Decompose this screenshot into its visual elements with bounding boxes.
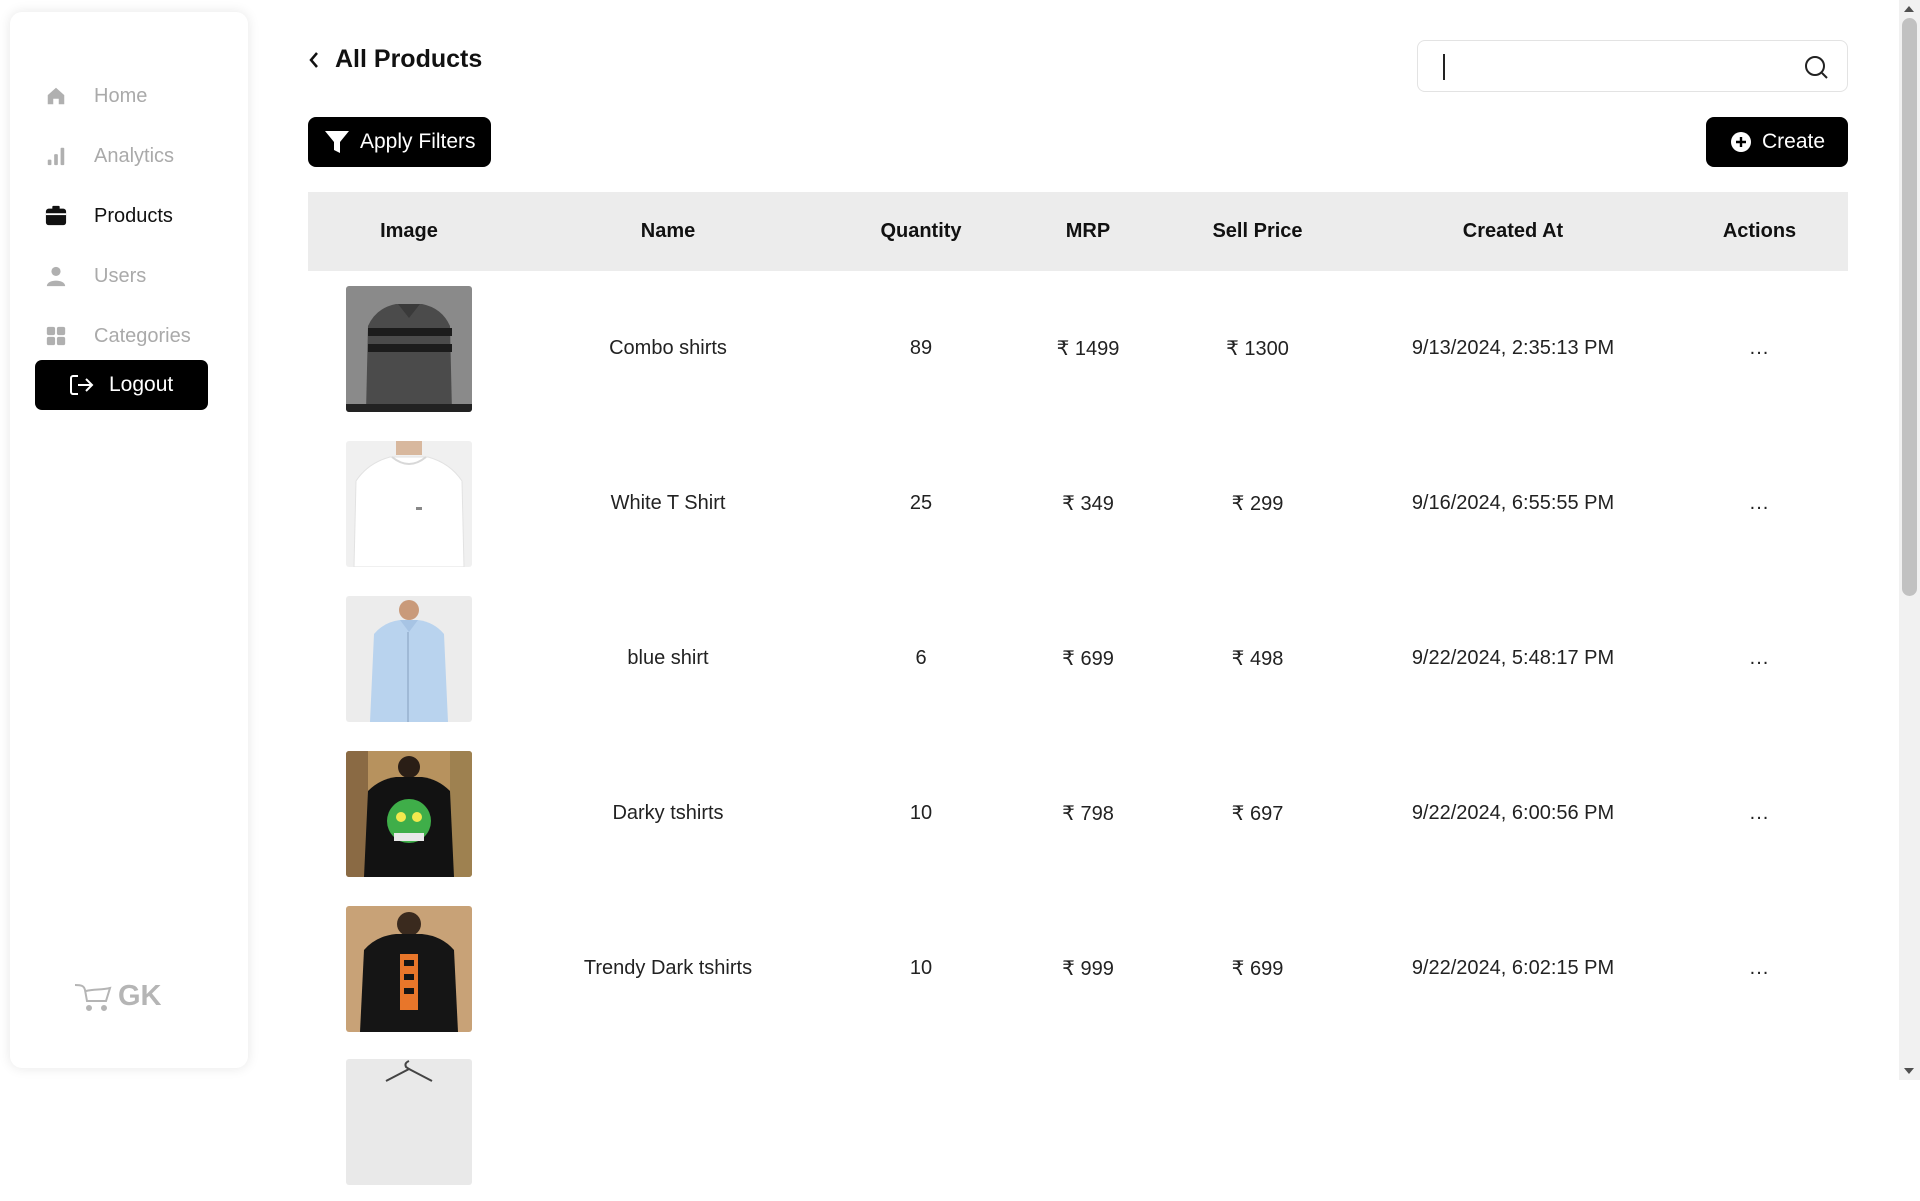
table-row: Trendy Dark tshirts 10 ₹ 999 ₹ 699 9/22/… <box>308 891 1848 1046</box>
logout-icon <box>69 373 95 397</box>
product-sell-price: ₹ 1300 <box>1226 338 1289 360</box>
cart-icon <box>74 982 112 1012</box>
box-icon <box>44 204 68 228</box>
user-icon <box>44 264 68 288</box>
product-mrp: ₹ 349 <box>1062 493 1114 515</box>
product-image <box>346 1059 472 1185</box>
product-created-at: 9/22/2024, 6:02:15 PM <box>1411 957 1615 979</box>
sidebar-item-label: Analytics <box>94 144 175 167</box>
scroll-down-arrow-icon[interactable] <box>1904 1068 1914 1074</box>
product-name: Combo shirts <box>609 337 727 359</box>
product-name: Darky tshirts <box>612 802 724 824</box>
table-row: blue shirt 6 ₹ 699 ₹ 498 9/22/2024, 5:48… <box>308 581 1848 736</box>
table-row: Darky tshirts 10 ₹ 798 ₹ 697 9/22/2024, … <box>308 736 1848 891</box>
column-header-actions: Actions <box>1722 220 1797 242</box>
product-created-at: 9/16/2024, 6:55:55 PM <box>1411 492 1615 514</box>
product-quantity: 25 <box>909 492 933 514</box>
create-button[interactable]: Create <box>1706 117 1848 167</box>
product-sell-price: ₹ 699 <box>1231 958 1284 980</box>
product-sell-price: ₹ 299 <box>1231 493 1284 515</box>
product-created-at: 9/22/2024, 5:48:17 PM <box>1411 647 1615 669</box>
row-actions-button[interactable]: ... <box>1671 957 1848 980</box>
sidebar-item-label: Home <box>94 84 148 107</box>
sidebar-item-label: Products <box>94 204 173 227</box>
page-header: All Products <box>307 45 482 74</box>
sidebar-item-users[interactable]: Users <box>44 256 244 296</box>
product-mrp: ₹ 699 <box>1062 648 1114 670</box>
scrollbar[interactable] <box>1899 0 1920 1080</box>
table-row: White T Shirt 25 ₹ 349 ₹ 299 9/16/2024, … <box>308 426 1848 581</box>
column-header-mrp: MRP <box>1065 220 1111 242</box>
apply-filters-label: Apply Filters <box>360 130 476 153</box>
column-header-image: Image <box>380 220 438 242</box>
product-created-at: 9/22/2024, 6:00:56 PM <box>1411 802 1615 824</box>
search-box[interactable] <box>1417 40 1848 92</box>
sidebar-item-analytics[interactable]: Analytics <box>44 136 244 176</box>
chevron-left-icon[interactable] <box>307 50 321 70</box>
scroll-up-arrow-icon[interactable] <box>1904 6 1914 12</box>
plus-circle-icon <box>1730 131 1752 153</box>
logout-label: Logout <box>109 373 174 396</box>
brand-text: GK <box>118 980 162 1012</box>
logout-button[interactable]: Logout <box>35 360 208 410</box>
product-quantity: 10 <box>909 802 933 824</box>
sidebar-item-categories[interactable]: Categories <box>44 316 244 356</box>
sidebar: Home Analytics Products Users Categories… <box>10 12 248 1068</box>
sidebar-item-label: Users <box>94 264 147 287</box>
home-icon <box>44 84 68 108</box>
product-image <box>346 285 472 412</box>
sidebar-item-label: Categories <box>94 324 191 347</box>
product-image <box>346 595 472 722</box>
row-actions-button[interactable]: ... <box>1671 647 1848 670</box>
brand-logo: GK <box>74 980 162 1013</box>
product-name: White T Shirt <box>610 492 726 514</box>
create-label: Create <box>1762 130 1826 153</box>
column-header-name: Name <box>640 220 696 242</box>
product-name: Trendy Dark tshirts <box>583 957 753 979</box>
table-row: Combo shirts 89 ₹ 1499 ₹ 1300 9/13/2024,… <box>308 271 1848 426</box>
column-header-quantity: Quantity <box>880 220 962 242</box>
product-quantity: 89 <box>909 337 933 359</box>
page-title: All Products <box>335 45 483 73</box>
sidebar-item-home[interactable]: Home <box>44 76 244 116</box>
product-sell-price: ₹ 498 <box>1231 648 1284 670</box>
product-name: blue shirt <box>627 647 709 669</box>
row-actions-button[interactable]: ... <box>1671 337 1848 360</box>
table-row <box>308 1046 1848 1201</box>
product-mrp: ₹ 999 <box>1062 958 1114 980</box>
filter-icon <box>324 129 350 155</box>
product-created-at: 9/13/2024, 2:35:13 PM <box>1411 337 1615 359</box>
product-mrp: ₹ 798 <box>1062 803 1114 825</box>
column-header-sell-price: Sell Price <box>1212 220 1303 242</box>
grid-icon <box>44 324 68 348</box>
sidebar-item-products[interactable]: Products <box>44 196 244 236</box>
product-quantity: 10 <box>909 957 933 979</box>
column-header-created-at: Created At <box>1462 220 1564 242</box>
product-image <box>346 440 472 567</box>
table-header: Image Name Quantity MRP Sell Price Creat… <box>308 192 1848 271</box>
row-actions-button[interactable]: ... <box>1671 802 1848 825</box>
text-cursor <box>1443 54 1445 80</box>
products-table: Image Name Quantity MRP Sell Price Creat… <box>308 192 1848 1201</box>
product-quantity: 6 <box>915 647 927 669</box>
product-image <box>346 905 472 1032</box>
scrollbar-thumb[interactable] <box>1902 18 1917 596</box>
search-input[interactable] <box>1438 51 1798 83</box>
product-sell-price: ₹ 697 <box>1231 803 1284 825</box>
product-mrp: ₹ 1499 <box>1056 338 1120 360</box>
product-image <box>346 750 472 877</box>
search-icon[interactable] <box>1803 54 1829 80</box>
row-actions-button[interactable]: ... <box>1671 492 1848 515</box>
bar-chart-icon <box>44 144 68 168</box>
apply-filters-button[interactable]: Apply Filters <box>308 117 491 167</box>
